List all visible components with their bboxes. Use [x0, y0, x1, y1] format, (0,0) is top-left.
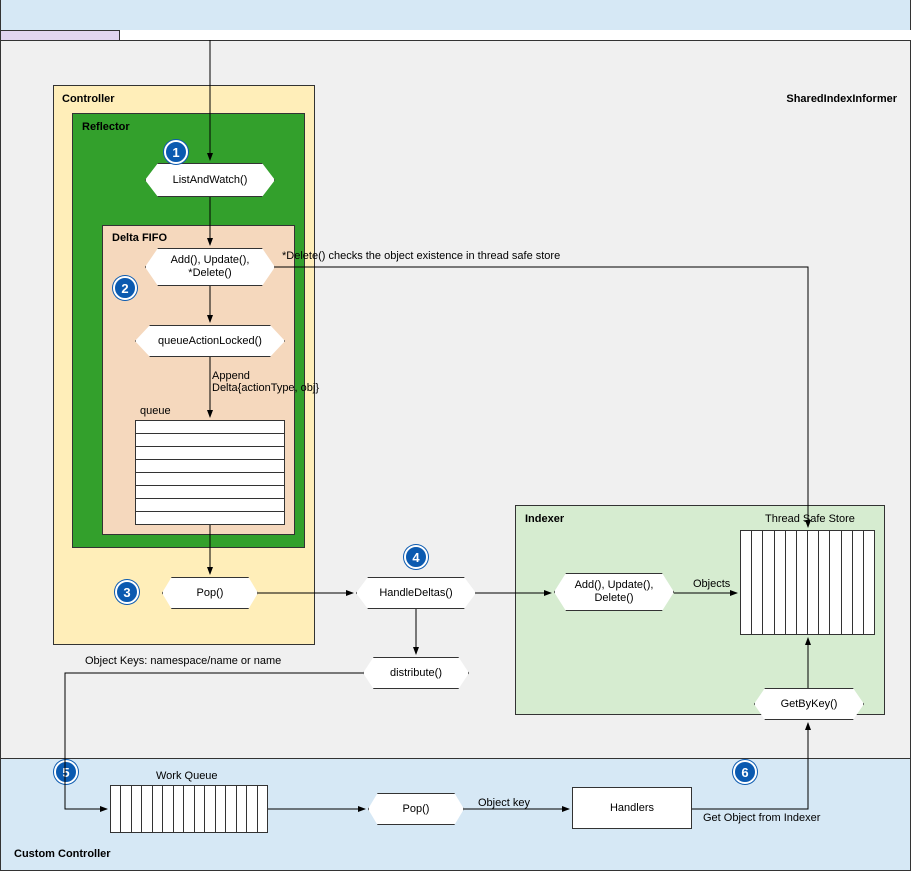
work-queue — [110, 785, 268, 833]
object-key-label: Object key — [478, 797, 530, 809]
queue-action-locked-node: queueActionLocked() — [135, 325, 285, 357]
badge-2: 2 — [113, 276, 137, 300]
reflector-label: Reflector — [82, 121, 130, 133]
add-update-delete-node: Add(), Update(), *Delete() — [145, 248, 275, 286]
handle-deltas-node: HandleDeltas() — [356, 577, 476, 609]
list-and-watch-node: ListAndWatch() — [145, 163, 275, 197]
indexer-ops-node: Add(), Update(), Delete() — [554, 573, 674, 611]
pop2-node: Pop() — [368, 793, 464, 825]
delete-note-label: *Delete() checks the object existence in… — [282, 250, 560, 262]
fifo-queue-stack — [135, 420, 285, 525]
thread-safe-store-label: Thread Safe Store — [765, 513, 855, 525]
handlers-box: Handlers — [572, 787, 692, 829]
badge-1: 1 — [164, 140, 188, 164]
custom-controller-overlay — [0, 0, 911, 30]
badge-3: 3 — [115, 580, 139, 604]
badge-4: 4 — [404, 545, 428, 569]
pop-node: Pop() — [162, 577, 258, 609]
get-object-label: Get Object from Indexer — [703, 812, 820, 824]
badge-5: 5 — [54, 760, 78, 784]
shared-index-informer-label: SharedIndexInformer — [786, 93, 897, 105]
append-delta-label: Append Delta{actionType, obj} — [212, 370, 319, 394]
get-by-key-node: GetByKey() — [754, 688, 864, 720]
delta-fifo-label: Delta FIFO — [112, 232, 167, 244]
queue-label: queue — [140, 405, 171, 417]
badge-6: 6 — [733, 760, 757, 784]
work-queue-label: Work Queue — [156, 770, 218, 782]
thread-safe-store — [740, 530, 875, 635]
indexer-label: Indexer — [525, 513, 564, 525]
objects-label: Objects — [693, 578, 730, 590]
custom-controller-label: Custom Controller — [14, 848, 111, 860]
distribute-node: distribute() — [363, 657, 469, 689]
object-keys-label: Object Keys: namespace/name or name — [85, 655, 281, 667]
controller-label: Controller — [62, 93, 115, 105]
